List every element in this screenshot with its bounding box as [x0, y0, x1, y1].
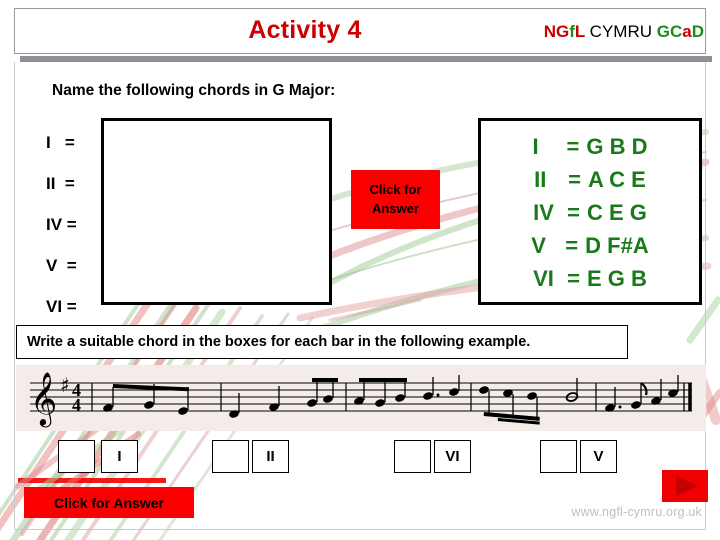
answer-numeral-ii: II — [534, 166, 547, 192]
chord-input-box-3[interactable] — [394, 440, 431, 473]
sharp-icon: ♯ — [60, 373, 70, 397]
chord-input-box-1[interactable] — [58, 440, 95, 473]
click-for-answer-line2: Answer — [372, 200, 419, 216]
logo-part-gc: GC — [656, 22, 683, 41]
treble-clef-icon: 𝄞 — [30, 371, 57, 427]
answer-numeral-i: I — [532, 133, 539, 159]
click-for-answer-button-bottom[interactable]: Click for Answer — [24, 487, 194, 518]
chord-label-3: VI — [434, 440, 471, 473]
chord-input-box-2[interactable] — [212, 440, 249, 473]
numeral-item-i: I = — [46, 132, 75, 152]
frame-left-edge — [14, 62, 15, 530]
answer-row-iv: IV = C E G — [481, 196, 699, 229]
answer-row-vi: VI = E G B — [481, 262, 699, 295]
instruction-text: Write a suitable chord in the boxes for … — [27, 334, 531, 350]
answer-row-v: V = D F#A — [481, 229, 699, 262]
click-for-answer-bottom-label: Click for Answer — [54, 494, 164, 511]
answer-numeral-vi: VI — [533, 265, 554, 291]
page-title: Activity 4 — [248, 16, 362, 44]
numeral-item-iv: IV = — [46, 214, 77, 234]
answer-notes-iv: C E G — [586, 199, 647, 225]
answer-eq-iv: = — [567, 199, 580, 225]
click-for-answer-button-top[interactable]: Click for Answer — [351, 170, 440, 229]
chord-label-2: II — [252, 440, 289, 473]
prompt-text: Name the following chords in G Major: — [52, 82, 336, 99]
logo-part-a: a — [682, 22, 692, 41]
header-shadow — [20, 56, 712, 62]
frame-right-edge — [705, 62, 706, 530]
slide-canvas: Activity 4 NGfL CYMRU GCaD Name the foll… — [0, 0, 720, 540]
site-url-label: www.ngfl-cymru.org.uk — [571, 505, 702, 519]
answer-eq-i: = — [566, 133, 580, 159]
answer-eq-v: = — [565, 232, 579, 258]
numeral-item-v: V = — [46, 255, 77, 275]
click-for-answer-line1: Click for — [369, 181, 422, 197]
svg-text:𝄞: 𝄞 — [30, 371, 57, 427]
answer-row-ii: II = A C E — [481, 163, 699, 196]
numeral-item-vi: VI = — [46, 296, 77, 316]
next-slide-button[interactable] — [662, 470, 708, 502]
frame-bottom-edge — [14, 529, 706, 530]
instruction-banner: Write a suitable chord in the boxes for … — [16, 325, 628, 359]
logo-part-cymru: CYMRU — [589, 22, 653, 41]
chord-answer-workspace[interactable] — [101, 118, 332, 305]
music-staff: 𝄞 ♯ 4 4 — [16, 365, 706, 431]
play-triangle-icon — [676, 476, 698, 496]
answer-notes-v: D F#A — [585, 232, 649, 258]
logo-part-ng: NG — [543, 22, 570, 41]
chord-input-box-4[interactable] — [540, 440, 577, 473]
numeral-item-ii: II = — [46, 173, 75, 193]
numeral-list: I = II = IV = V = VI = — [46, 122, 98, 327]
answer-numeral-iv: IV — [533, 199, 554, 225]
answer-row-i: I = G B D — [481, 130, 699, 163]
answer-eq-ii: = — [568, 166, 581, 192]
answer-numeral-v: V — [531, 232, 546, 258]
answer-notes-vi: E G B — [586, 265, 647, 291]
logo-part-l: L — [574, 22, 585, 41]
ngfl-cymru-logo: NGfL CYMRU GCaD — [544, 22, 704, 42]
logo-part-d: D — [691, 22, 704, 41]
answers-panel: I = G B D II = A C E IV = C E G V = D F#… — [478, 118, 702, 305]
chord-label-4: V — [580, 440, 617, 473]
answer-eq-vi: = — [567, 265, 580, 291]
svg-text:4: 4 — [72, 395, 81, 415]
answer-notes-i: G B D — [586, 133, 648, 159]
answer-notes-ii: A C E — [588, 166, 646, 192]
chord-label-1: I — [101, 440, 138, 473]
